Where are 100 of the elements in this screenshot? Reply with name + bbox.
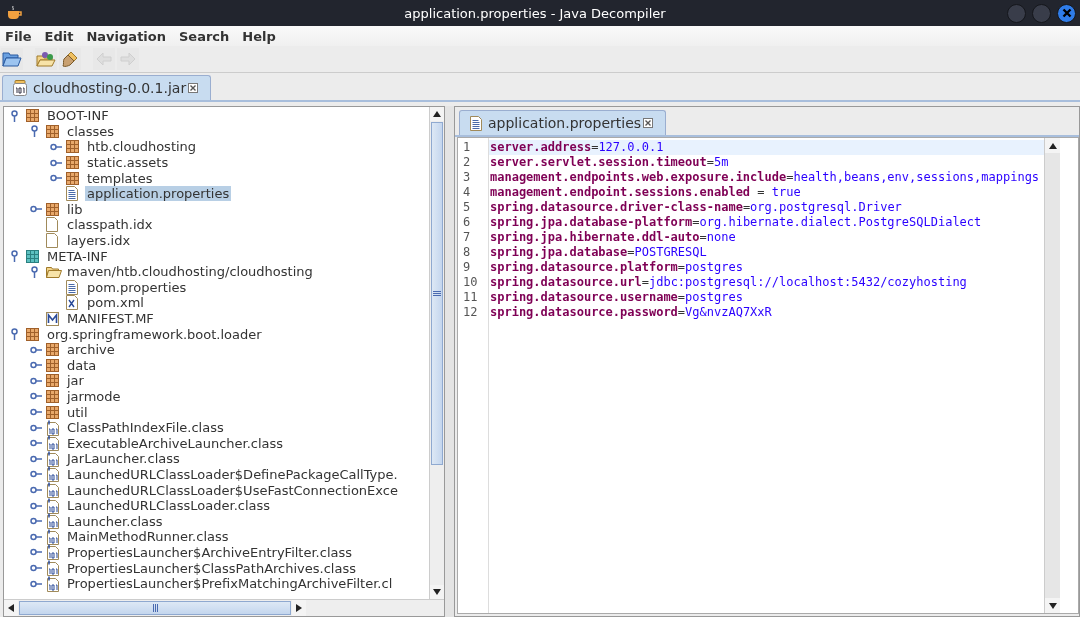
tree-item[interactable]: static.assets	[85, 155, 171, 171]
package-icon	[26, 249, 39, 263]
package-icon	[26, 109, 39, 123]
menu-item[interactable]: Help	[242, 28, 285, 44]
collapsed-toggle-icon[interactable]	[30, 345, 42, 354]
open-type-button[interactable]	[35, 48, 57, 70]
tree-item[interactable]: PropertiesLauncher$ClassPathArchives.class	[65, 560, 358, 576]
close-icon[interactable]	[188, 83, 199, 93]
tree-item[interactable]: JarLauncher.class	[65, 451, 182, 467]
tree-item[interactable]: templates	[85, 170, 155, 186]
editor-tab[interactable]: application.properties	[459, 110, 667, 135]
tree-item[interactable]: LaunchedURLClassLoader$UseFastConnectionExce	[65, 482, 400, 498]
scroll-right-icon[interactable]	[296, 604, 302, 612]
tree-item[interactable]: ExecutableArchiveLauncher.class	[65, 435, 286, 451]
vertical-scrollbar[interactable]	[429, 107, 444, 599]
tree-item[interactable]: jar	[65, 373, 86, 389]
class-file-icon	[46, 528, 60, 545]
collapsed-toggle-icon[interactable]	[30, 439, 42, 448]
menu-item[interactable]: Search	[179, 28, 239, 44]
package-icon	[46, 374, 59, 388]
package-icon	[46, 405, 59, 419]
collapsed-toggle-icon[interactable]	[30, 376, 42, 385]
brush-button[interactable]	[59, 48, 81, 70]
code-line: spring.datasource.platform=postgres	[489, 260, 744, 275]
code-line: spring.datasource.driver-class-name=org.postgresql.Driver	[489, 200, 903, 215]
tree-item[interactable]: lib	[65, 201, 85, 217]
collapsed-toggle-icon[interactable]	[30, 579, 42, 588]
package-icon	[66, 140, 79, 154]
collapsed-toggle-icon[interactable]	[30, 392, 42, 401]
menu-item[interactable]: Edit	[44, 28, 83, 44]
collapsed-toggle-icon[interactable]	[30, 564, 42, 572]
tree-item[interactable]: data	[65, 357, 99, 373]
folder-icon	[46, 265, 62, 278]
window-title: application.properties - Java Decompiler	[404, 5, 666, 21]
line-number: 11	[462, 290, 479, 305]
open-file-button[interactable]	[1, 48, 23, 70]
collapsed-toggle-icon[interactable]	[30, 454, 42, 463]
tree-item[interactable]: Launcher.class	[65, 513, 165, 529]
scroll-left-icon[interactable]	[8, 604, 14, 612]
tree-item[interactable]: util	[65, 404, 90, 420]
tree-item[interactable]: MANIFEST.MF	[65, 311, 156, 326]
text-file-icon	[66, 279, 78, 295]
tree-item[interactable]: MainMethodRunner.class	[65, 529, 231, 545]
grip-icon[interactable]	[152, 604, 158, 612]
collapsed-toggle-icon[interactable]	[30, 408, 42, 417]
close-icon	[1061, 8, 1072, 18]
tree-item[interactable]: pom.properties	[85, 279, 189, 295]
class-file-icon	[46, 419, 60, 436]
tree-item[interactable]: classpath.idx	[65, 217, 155, 233]
code-line: spring.datasource.password=Vg&nvzAQ7XxR	[489, 305, 773, 320]
vertical-scrollbar[interactable]	[1044, 138, 1060, 613]
collapsed-toggle-icon[interactable]	[50, 158, 62, 167]
collapsed-toggle-icon[interactable]	[50, 174, 62, 183]
scroll-down-icon[interactable]	[1048, 602, 1057, 609]
collapsed-toggle-icon[interactable]	[30, 205, 42, 214]
collapsed-toggle-icon[interactable]	[30, 517, 42, 526]
close-button[interactable]	[1057, 3, 1076, 23]
menu-item[interactable]: Navigation	[86, 28, 175, 44]
jar-icon	[13, 80, 27, 96]
tree-item[interactable]: jarmode	[65, 389, 123, 404]
class-file-icon	[46, 497, 60, 514]
collapsed-toggle-icon[interactable]	[30, 470, 42, 479]
tree-item[interactable]: pom.xml	[85, 295, 146, 311]
tree-item[interactable]: application.properties	[85, 186, 232, 202]
tree-item[interactable]: ClassPathIndexFile.class	[65, 420, 226, 436]
expanded-toggle-icon[interactable]	[10, 109, 19, 122]
tree-item[interactable]: BOOT-INF	[45, 108, 111, 124]
close-icon[interactable]	[643, 118, 654, 128]
tree-item[interactable]: archive	[65, 342, 117, 358]
tree-item[interactable]: classes	[65, 123, 117, 139]
collapsed-toggle-icon[interactable]	[50, 143, 62, 151]
tree-item[interactable]: PropertiesLauncher$ArchiveEntryFilter.class	[65, 544, 355, 560]
collapsed-toggle-icon[interactable]	[30, 486, 42, 495]
tree-item[interactable]: LaunchedURLClassLoader$DefinePackageCallType.	[65, 466, 400, 482]
horizontal-scrollbar[interactable]	[4, 599, 444, 616]
collapsed-toggle-icon[interactable]	[30, 548, 42, 557]
tree-item[interactable]: LaunchedURLClassLoader.class	[65, 498, 273, 514]
scroll-up-icon[interactable]	[1048, 142, 1057, 149]
package-icon	[66, 156, 79, 170]
tree-item[interactable]: org.springframework.boot.loader	[45, 326, 264, 342]
expanded-toggle-icon[interactable]	[10, 328, 19, 341]
scroll-down-icon[interactable]	[433, 589, 441, 595]
tree-item[interactable]: maven/htb.cloudhosting/cloudhosting	[65, 264, 315, 280]
menu-item[interactable]: File	[5, 28, 41, 44]
file-tab[interactable]: cloudhosting-0.0.1.jar	[2, 75, 212, 100]
line-number: 2	[462, 155, 472, 170]
collapsed-toggle-icon[interactable]	[30, 423, 42, 432]
tree-item[interactable]: PropertiesLauncher$PrefixMatchingArchiveFilter.cl	[65, 576, 395, 592]
collapsed-toggle-icon[interactable]	[30, 501, 42, 510]
tree-item[interactable]: htb.cloudhosting	[85, 139, 199, 155]
code-line: spring.jpa.database=POSTGRESQL	[489, 245, 708, 260]
expanded-toggle-icon[interactable]	[30, 125, 39, 138]
tree-item[interactable]: META-INF	[45, 248, 110, 264]
scroll-up-icon[interactable]	[433, 111, 441, 117]
expanded-toggle-icon[interactable]	[10, 250, 19, 263]
expanded-toggle-icon[interactable]	[30, 265, 39, 278]
tree-item[interactable]: layers.idx	[65, 233, 133, 249]
grip-icon[interactable]	[433, 291, 441, 296]
collapsed-toggle-icon[interactable]	[30, 361, 42, 370]
collapsed-toggle-icon[interactable]	[30, 532, 42, 541]
